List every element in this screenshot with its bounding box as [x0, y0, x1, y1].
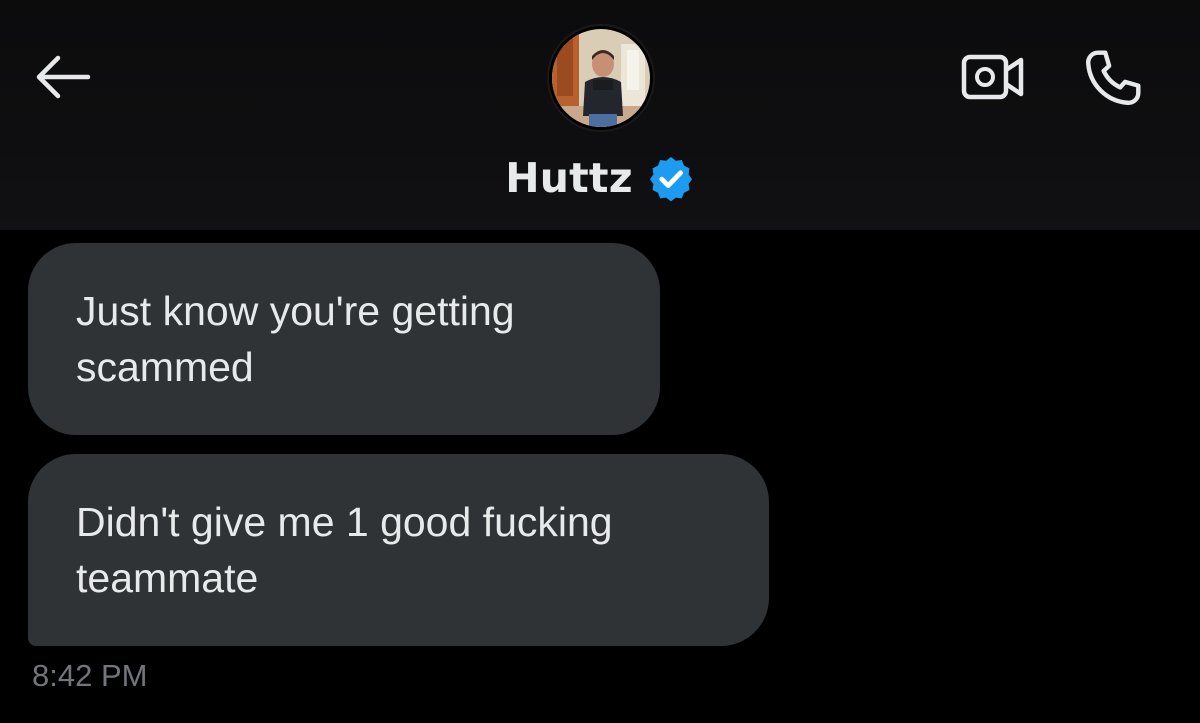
back-button[interactable]	[30, 45, 94, 109]
video-call-button[interactable]	[955, 46, 1031, 108]
message-text: Just know you're getting scammed	[76, 288, 515, 390]
conversation-header: Huttz	[0, 0, 1200, 230]
voice-call-button[interactable]	[1077, 42, 1149, 114]
message-bubble[interactable]: Didn't give me 1 good fucking teammate	[28, 454, 769, 646]
message-text: Didn't give me 1 good fucking teammate	[76, 499, 613, 601]
verified-badge-icon	[649, 157, 692, 202]
video-camera-icon	[961, 54, 1024, 100]
contact-name: Huttz	[505, 154, 633, 202]
phone-icon	[1086, 50, 1141, 105]
contact-name-row[interactable]: Huttz	[0, 148, 1200, 208]
message-bubble[interactable]: Just know you're getting scammed	[28, 243, 660, 435]
arrow-left-icon	[36, 55, 91, 99]
avatar-photo	[549, 26, 653, 130]
message-timestamp: 8:42 PM	[32, 658, 148, 693]
dm-conversation-screen: Huttz Just know you're getting scammed D…	[0, 0, 1200, 723]
contact-avatar[interactable]	[549, 26, 653, 130]
